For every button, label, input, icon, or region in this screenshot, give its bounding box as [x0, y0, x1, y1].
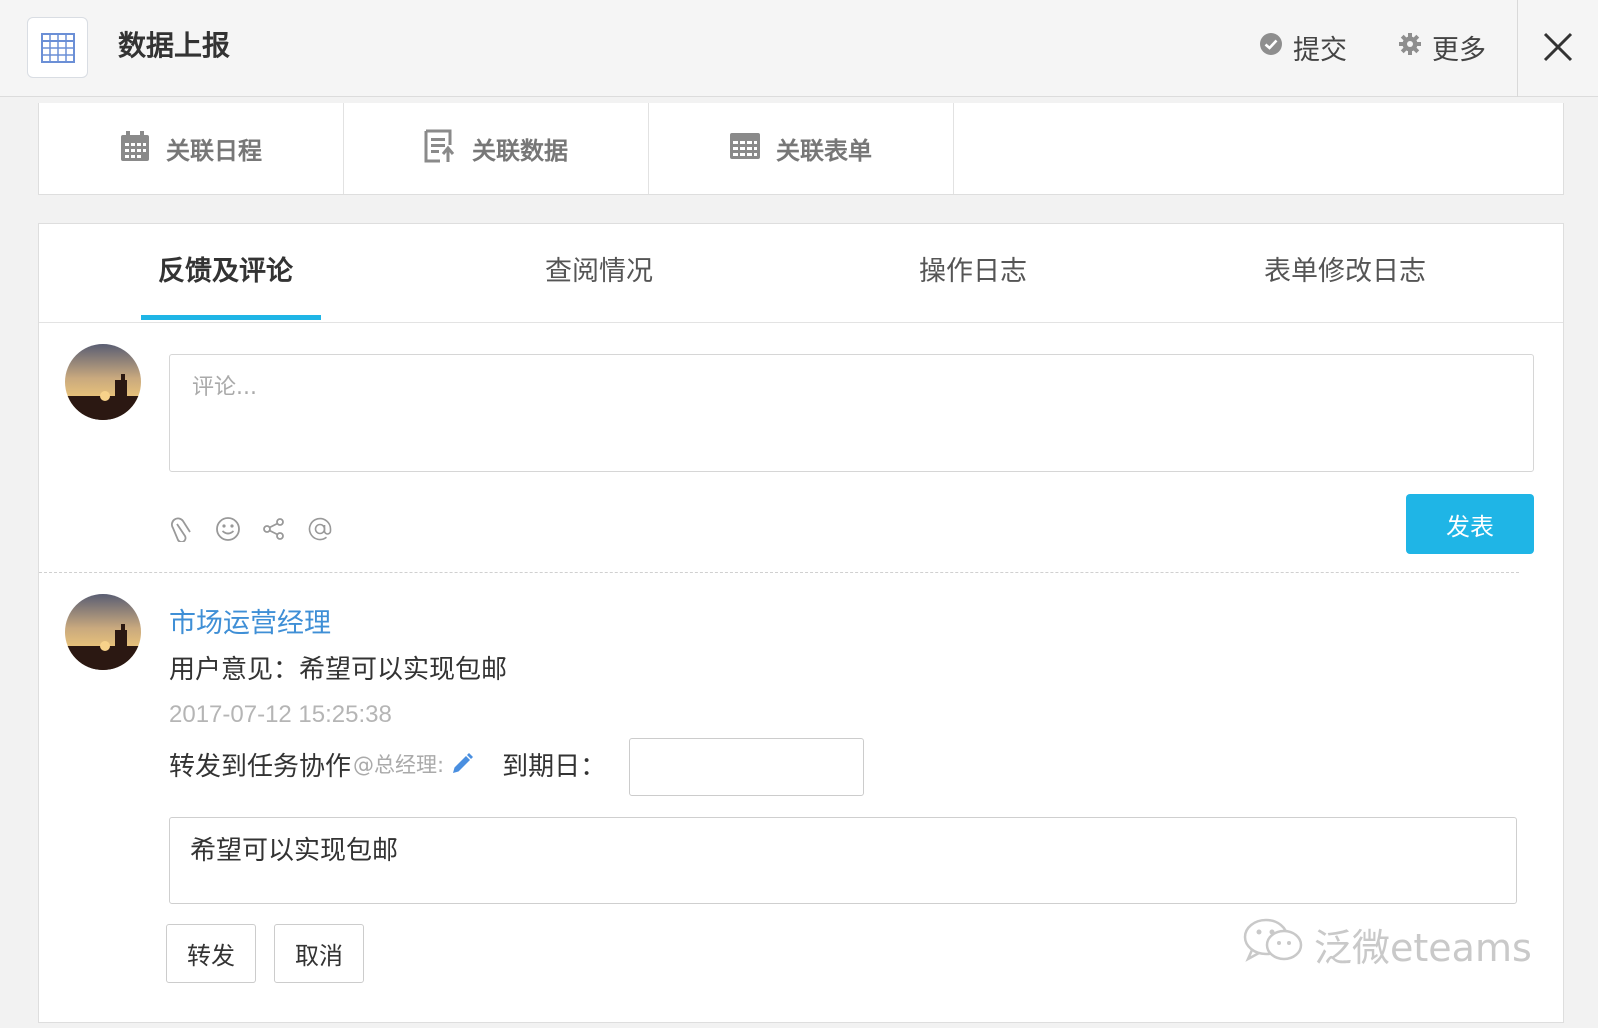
link-schedule-button[interactable]: 关联日程 — [39, 103, 344, 194]
tab-feedback[interactable]: 反馈及评论 — [158, 252, 293, 292]
comment-author-avatar — [65, 594, 141, 670]
page-title: 数据上报 — [118, 29, 231, 62]
due-date-label: 到期日： — [502, 751, 607, 782]
comment-timestamp: 2017-07-12 15:25:38 — [169, 701, 392, 728]
due-date-input[interactable] — [629, 738, 864, 796]
link-data-label: 关联数据 — [472, 137, 568, 165]
watermark-text: 泛微eteams — [1314, 926, 1532, 970]
comment-divider — [39, 572, 1519, 573]
smiley-icon[interactable] — [215, 516, 241, 542]
tab-form-change-log[interactable]: 表单修改日志 — [1264, 252, 1426, 292]
table-icon — [730, 132, 760, 165]
watermark: 泛微eteams — [1242, 917, 1532, 972]
link-bar-empty-cell — [954, 103, 1563, 194]
at-icon[interactable] — [307, 516, 333, 542]
share-icon[interactable] — [261, 516, 287, 542]
link-form-label: 关联表单 — [776, 137, 872, 165]
pencil-icon[interactable] — [450, 752, 474, 776]
linked-items-bar: 关联日程 关联数据 关联表单 — [38, 103, 1564, 195]
table-app-icon — [27, 17, 88, 78]
top-header: 数据上报 提交 更多 — [0, 0, 1598, 97]
comment-toolbar — [169, 514, 333, 544]
paperclip-icon[interactable] — [169, 516, 195, 542]
active-tab-indicator — [141, 315, 321, 320]
close-icon — [1543, 32, 1573, 66]
comment-input[interactable]: 评论... — [169, 354, 1534, 472]
link-data-button[interactable]: 关联数据 — [344, 103, 649, 194]
comment-author-link[interactable]: 市场运营经理 — [169, 606, 331, 642]
cancel-button[interactable]: 取消 — [274, 924, 364, 983]
mention-text: @总经理: — [353, 753, 445, 777]
more-label: 更多 — [1432, 34, 1486, 66]
forward-row: 转发到任务协作 @总经理: 到期日： — [169, 744, 606, 784]
check-circle-icon — [1259, 32, 1283, 63]
more-button[interactable]: 更多 — [1398, 28, 1486, 66]
tab-operation-log[interactable]: 操作日志 — [919, 252, 1027, 292]
forward-label: 转发到任务协作 — [169, 751, 352, 782]
submit-label: 提交 — [1293, 34, 1347, 66]
calendar-icon — [120, 130, 150, 168]
tab-bar: 反馈及评论 查阅情况 操作日志 表单修改日志 — [39, 224, 1563, 323]
link-schedule-label: 关联日程 — [166, 137, 262, 165]
submit-button[interactable]: 提交 — [1259, 28, 1347, 66]
gear-icon — [1398, 32, 1422, 63]
comment-text: 用户意见：希望可以实现包邮 — [169, 655, 508, 685]
tab-view-status[interactable]: 查阅情况 — [545, 252, 653, 292]
current-user-avatar — [65, 344, 141, 420]
link-form-button[interactable]: 关联表单 — [649, 103, 954, 194]
forward-text-input[interactable]: 希望可以实现包邮 — [169, 817, 1517, 904]
close-button[interactable] — [1517, 0, 1598, 97]
forward-button[interactable]: 转发 — [166, 924, 256, 983]
data-doc-icon — [424, 129, 456, 169]
post-comment-button[interactable]: 发表 — [1406, 494, 1534, 554]
feedback-panel: 反馈及评论 查阅情况 操作日志 表单修改日志 评论... 发表 市场运营经理 用… — [38, 223, 1564, 1023]
wechat-logo-icon — [1242, 917, 1304, 972]
